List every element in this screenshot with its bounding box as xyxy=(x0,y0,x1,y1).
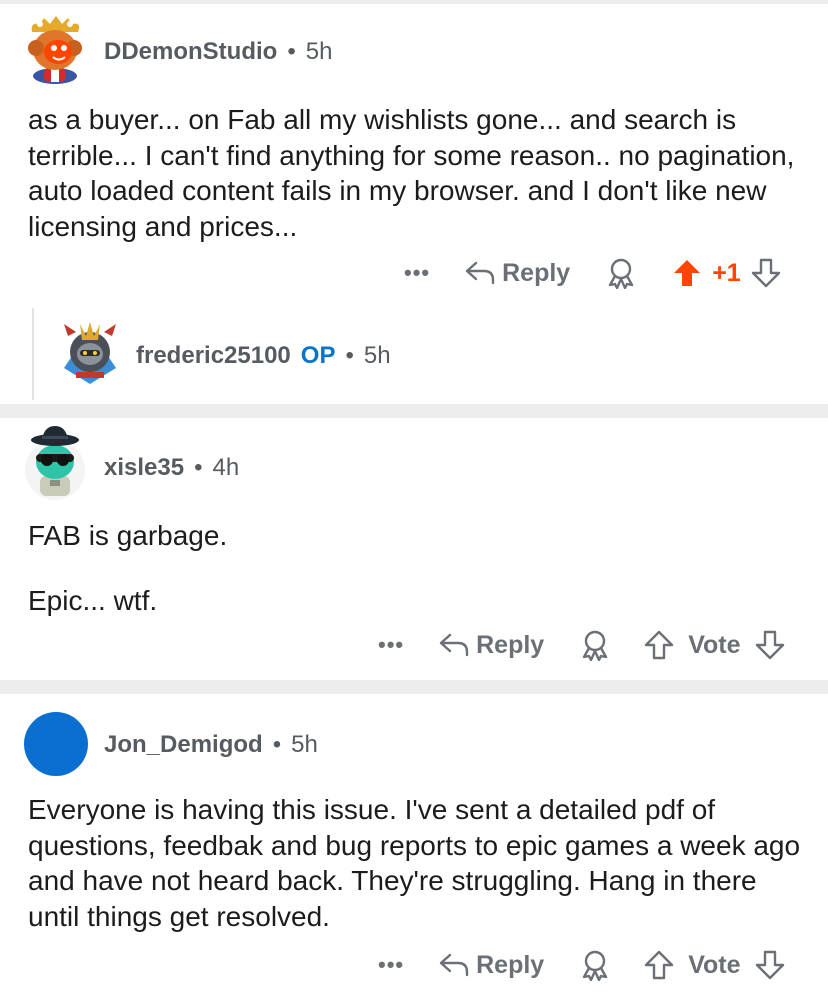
author-name[interactable]: Jon_Demigod xyxy=(104,731,263,758)
award-button[interactable] xyxy=(580,949,610,981)
award-button[interactable] xyxy=(606,257,636,289)
avatar[interactable] xyxy=(58,318,122,388)
award-icon xyxy=(609,258,634,289)
downvote-button[interactable] xyxy=(755,950,785,980)
reply-button[interactable]: Reply xyxy=(438,951,544,980)
downvote-icon xyxy=(755,950,784,980)
avatar[interactable] xyxy=(24,712,88,776)
comment-body: FAB is garbage. Epic... wtf. xyxy=(28,518,808,618)
comment-author[interactable]: Jon_Demigod • 5h xyxy=(104,731,318,759)
author-name[interactable]: xisle35 xyxy=(104,454,184,481)
more-icon[interactable]: ••• xyxy=(404,260,430,286)
comment-actions: ••• Reply Vote xyxy=(378,625,785,665)
comment-author[interactable]: frederic25100 OP • 5h xyxy=(136,342,391,370)
top-divider xyxy=(0,0,828,4)
upvote-icon xyxy=(645,630,674,660)
comment-age: 5h xyxy=(363,342,391,369)
downvote-icon xyxy=(755,630,784,660)
upvote-icon xyxy=(674,260,701,286)
award-icon xyxy=(583,950,608,981)
upvote-button[interactable] xyxy=(644,950,674,980)
vote-count: +1 xyxy=(712,258,741,287)
vote-label: Vote xyxy=(688,630,741,659)
author-name[interactable]: DDemonStudio xyxy=(104,38,277,65)
avatar[interactable] xyxy=(20,424,90,500)
upvote-button[interactable] xyxy=(644,630,674,660)
reply-icon xyxy=(439,633,469,657)
more-icon[interactable]: ••• xyxy=(378,952,404,978)
thread-line xyxy=(32,308,34,400)
comment-body: as a buyer... on Fab all my wishlists go… xyxy=(28,102,808,244)
comment-actions: ••• Reply +1 xyxy=(404,253,781,293)
avatar[interactable] xyxy=(22,14,88,84)
upvote-icon xyxy=(645,950,674,980)
more-icon[interactable]: ••• xyxy=(378,632,404,658)
comment-paragraph: as a buyer... on Fab all my wishlists go… xyxy=(28,104,795,242)
comment-age: 5h xyxy=(305,38,333,65)
downvote-button[interactable] xyxy=(751,258,781,288)
comment-body: Everyone is having this issue. I've sent… xyxy=(28,792,808,934)
comment-age: 4h xyxy=(212,454,240,481)
comment-paragraph: Everyone is having this issue. I've sent… xyxy=(28,794,801,932)
comment-paragraph: Epic... wtf. xyxy=(28,584,158,616)
reply-button[interactable]: Reply xyxy=(464,259,570,288)
downvote-icon xyxy=(751,258,780,288)
reply-label: Reply xyxy=(476,630,545,659)
vote-label: Vote xyxy=(688,950,741,979)
award-button[interactable] xyxy=(580,629,610,661)
reply-icon xyxy=(465,261,495,285)
reply-label: Reply xyxy=(502,258,571,287)
comment-author[interactable]: xisle35 • 4h xyxy=(104,454,239,482)
reply-label: Reply xyxy=(476,950,545,979)
comment-age: 5h xyxy=(291,731,318,758)
author-name[interactable]: frederic25100 xyxy=(136,342,291,369)
award-icon xyxy=(583,630,608,661)
downvote-button[interactable] xyxy=(755,630,785,660)
section-divider xyxy=(0,680,828,694)
comment-author[interactable]: DDemonStudio • 5h xyxy=(104,38,332,66)
comment-actions: ••• Reply Vote xyxy=(378,945,785,985)
section-divider xyxy=(0,404,828,418)
upvote-button[interactable] xyxy=(672,258,702,288)
comment-paragraph: FAB is garbage. xyxy=(28,520,228,551)
reply-button[interactable]: Reply xyxy=(438,631,544,660)
reply-icon xyxy=(439,953,469,977)
op-badge: OP xyxy=(300,342,336,369)
